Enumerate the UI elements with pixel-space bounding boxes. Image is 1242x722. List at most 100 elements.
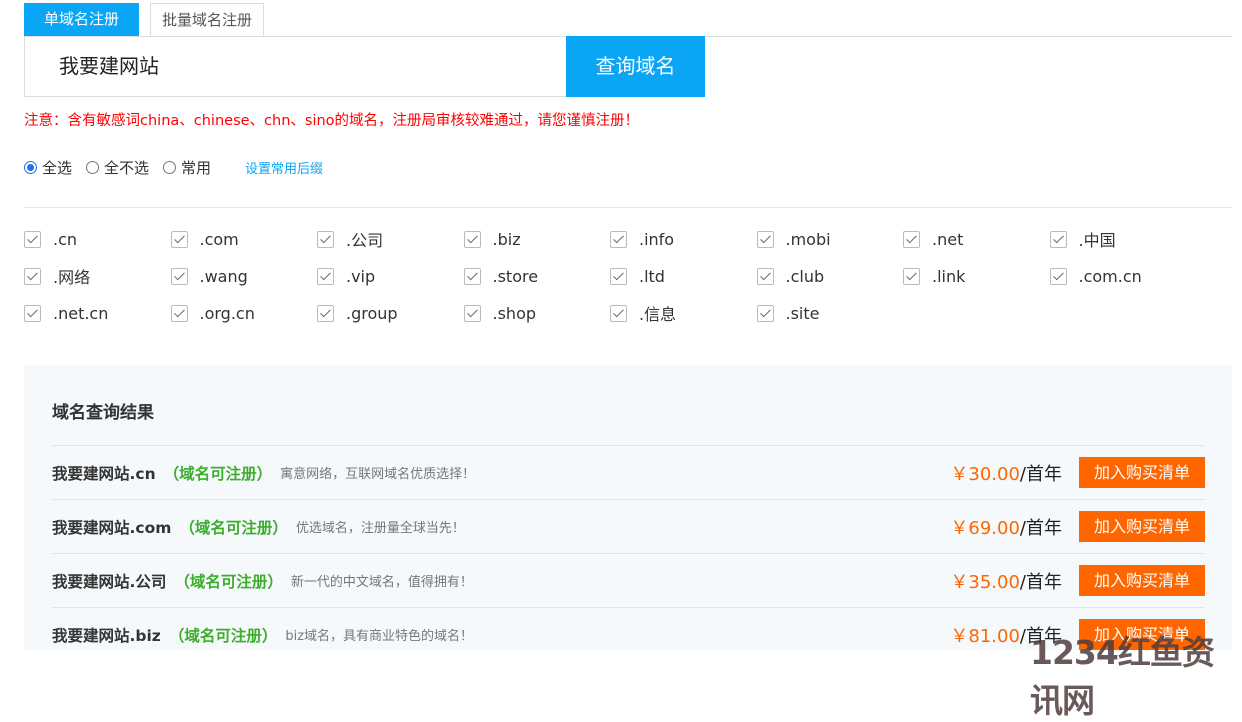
suffix-checkbox[interactable]: .club <box>756 266 904 286</box>
checkbox-checked-icon <box>170 267 188 285</box>
suffix-checkbox-grid: .cn .com .公司 .biz .info .mobi .net .中国 .网络 .wang.… <box>24 229 1232 324</box>
suffix-label: .公司 <box>346 231 384 250</box>
radio-select-all[interactable]: 全选 <box>24 157 72 178</box>
checkbox-checked-icon <box>610 230 627 248</box>
availability-status: （域名可注册） <box>179 518 288 537</box>
suffix-checkbox[interactable]: .biz <box>463 229 611 249</box>
suffix-label: .group <box>346 303 398 323</box>
domain-description: 新一代的中文域名，值得拥有！ <box>290 575 473 590</box>
suffix-label: .club <box>785 266 825 286</box>
suffix-checkbox[interactable]: .org.cn <box>170 303 318 323</box>
price-unit: /首年 <box>1019 463 1062 485</box>
suffix-checkbox[interactable]: .store <box>463 266 611 286</box>
domain-search-input[interactable]: 我要建网站 <box>24 36 566 97</box>
suffix-checkbox[interactable]: .link <box>903 266 1050 286</box>
suffix-label: .biz <box>492 229 521 249</box>
suffix-checkbox[interactable]: .group <box>317 303 464 323</box>
suffix-label: .网络 <box>53 268 91 287</box>
checkbox-checked-icon <box>756 230 774 248</box>
radio-unchecked-icon <box>86 161 100 174</box>
add-to-cart-button[interactable]: 加入购买清单 <box>1079 565 1205 596</box>
radio-checked-icon <box>24 161 37 174</box>
suffix-checkbox[interactable]: .cn <box>24 229 171 249</box>
query-domain-button[interactable]: 查询域名 <box>566 36 705 97</box>
suffix-checkbox[interactable]: .wang <box>170 266 318 286</box>
availability-status: （域名可注册） <box>163 464 273 483</box>
suffix-checkbox[interactable]: .信息 <box>610 303 757 324</box>
radio-label: 常用 <box>181 159 212 177</box>
checkbox-checked-icon <box>903 267 920 285</box>
checkbox-checked-icon <box>463 267 481 285</box>
domain-name: 我要建网站.com <box>52 518 172 537</box>
tab-single-domain[interactable]: 单域名注册 <box>24 3 139 36</box>
suffix-label: .wang <box>199 266 248 286</box>
price: ￥35.00 <box>950 571 1020 593</box>
checkbox-checked-icon <box>24 230 41 248</box>
suffix-checkbox[interactable]: .com <box>170 229 318 249</box>
checkbox-checked-icon <box>317 267 334 285</box>
suffix-checkbox[interactable]: .com.cn <box>1049 266 1197 286</box>
availability-status: （域名可注册） <box>174 572 283 591</box>
suffix-checkbox[interactable]: .info <box>610 229 757 249</box>
checkbox-checked-icon <box>756 267 774 285</box>
checkbox-checked-icon <box>756 304 774 322</box>
suffix-label: .org.cn <box>199 303 255 323</box>
suffix-label: .link <box>932 266 966 286</box>
suffix-checkbox[interactable]: .公司 <box>317 229 464 250</box>
suffix-label: .mobi <box>785 229 831 249</box>
checkbox-checked-icon <box>317 230 334 248</box>
suffix-label: .com.cn <box>1078 266 1142 286</box>
suffix-label: .net.cn <box>53 303 109 323</box>
suffix-label: .shop <box>492 303 537 323</box>
radio-select-none[interactable]: 全不选 <box>86 157 149 178</box>
suffix-label: .net <box>932 229 964 249</box>
checkbox-checked-icon <box>610 267 627 285</box>
suffix-checkbox[interactable]: .mobi <box>756 229 904 249</box>
suffix-checkbox[interactable]: .site <box>756 303 904 323</box>
suffix-checkbox[interactable]: .shop <box>463 303 611 323</box>
suffix-label: .vip <box>346 266 376 286</box>
price: ￥69.00 <box>950 517 1020 539</box>
tab-batch-domain[interactable]: 批量域名注册 <box>150 3 264 36</box>
checkbox-checked-icon <box>463 304 481 322</box>
suffix-checkbox[interactable]: .net <box>903 229 1050 249</box>
sensitive-word-notice: 注意：含有敏感词china、chinese、chn、sino的域名，注册局审核较… <box>24 113 640 129</box>
price: ￥81.00 <box>950 625 1020 647</box>
suffix-label: .ltd <box>639 266 665 286</box>
result-row: 我要建网站.cn （域名可注册） 寓意网络，互联网域名优质选择！ ￥30.00 … <box>52 445 1205 499</box>
suffix-checkbox[interactable]: .网络 <box>24 266 171 287</box>
result-row: 我要建网站.公司 （域名可注册） 新一代的中文域名，值得拥有！ ￥35.00 /… <box>52 553 1205 607</box>
domain-name: 我要建网站.cn <box>52 464 156 483</box>
price-unit: /首年 <box>1019 517 1062 539</box>
checkbox-checked-icon <box>903 230 920 248</box>
suffix-label: .cn <box>53 229 78 249</box>
checkbox-checked-icon <box>1049 267 1067 285</box>
radio-common[interactable]: 常用 <box>163 157 211 178</box>
checkbox-checked-icon <box>610 304 627 322</box>
radio-label: 全选 <box>42 159 73 177</box>
domain-name: 我要建网站.公司 <box>52 572 167 591</box>
set-common-suffix-link[interactable]: 设置常用后缀 <box>245 158 323 177</box>
suffix-label: .中国 <box>1078 231 1116 250</box>
suffix-checkbox[interactable]: .ltd <box>610 266 757 286</box>
results-title: 域名查询结果 <box>52 403 154 423</box>
results-panel: 域名查询结果 我要建网站.cn （域名可注册） 寓意网络，互联网域名优质选择！ … <box>24 365 1232 650</box>
divider <box>24 207 1232 208</box>
registration-tabs: 单域名注册 批量域名注册 <box>24 3 1232 37</box>
add-to-cart-button[interactable]: 加入购买清单 <box>1079 511 1205 542</box>
suffix-checkbox[interactable]: .net.cn <box>24 303 171 323</box>
add-to-cart-button[interactable]: 加入购买清单 <box>1079 457 1205 488</box>
result-row: 我要建网站.com （域名可注册） 优选域名，注册量全球当先！ ￥69.00 /… <box>52 499 1205 553</box>
checkbox-checked-icon <box>170 230 188 248</box>
suffix-checkbox[interactable]: .vip <box>317 266 464 286</box>
price-unit: /首年 <box>1019 571 1062 593</box>
radio-label: 全不选 <box>104 159 150 177</box>
domain-name: 我要建网站.biz <box>52 626 161 645</box>
suffix-checkbox[interactable]: .中国 <box>1049 229 1197 250</box>
radio-unchecked-icon <box>163 161 177 174</box>
checkbox-checked-icon <box>170 304 188 322</box>
suffix-label: .com <box>199 229 239 249</box>
domain-description: 优选域名，注册量全球当先！ <box>295 521 465 536</box>
domain-description: biz域名，具有商业特色的域名！ <box>285 629 474 644</box>
suffix-label: .store <box>492 266 539 286</box>
